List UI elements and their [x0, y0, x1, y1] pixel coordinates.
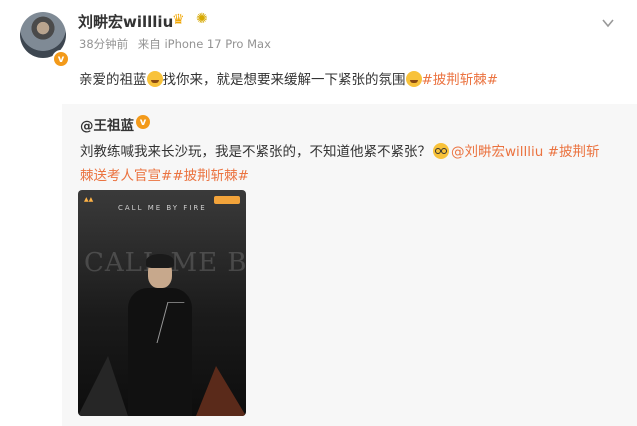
post-text-part2: 找你来，就是想要来缓解一下紧张的氛围: [162, 72, 406, 88]
post-meta: 38分钟前 来自 iPhone 17 Pro Max: [79, 36, 277, 52]
show-logo-icon: [214, 196, 240, 204]
sun-badge-icon[interactable]: ✺: [196, 11, 208, 27]
channel-logo-icon: ▲▲: [84, 196, 94, 203]
repost-text-line1: 刘教练喊我来长沙玩，我是不紧张的，不知道他紧不紧张？ @刘畊宏willliu #披…: [80, 140, 599, 160]
chevron-down-icon[interactable]: [601, 16, 615, 30]
repost-hashtag1-start[interactable]: #披荆斩: [548, 144, 600, 160]
repost-verified-icon: v: [136, 115, 150, 129]
repost-username[interactable]: @王祖蓝: [80, 114, 134, 134]
poster-spike-right: [196, 366, 246, 416]
post-text-part1: 亲爱的祖蓝: [79, 72, 147, 88]
grin-emoji-icon: [405, 71, 422, 87]
glasses-emoji-icon: [433, 143, 449, 159]
post-text: 亲爱的祖蓝 找你来，就是想要来缓解一下紧张的氛围 #披荆斩棘#: [79, 68, 498, 88]
post-hashtag[interactable]: #披荆斩棘#: [422, 72, 499, 88]
post-username[interactable]: 刘畊宏willliu: [78, 11, 173, 32]
person-hair: [146, 254, 174, 268]
crown-icon[interactable]: ♛: [172, 12, 185, 28]
repost-hashtag2[interactable]: #披荆斩棘#: [172, 168, 249, 184]
poster-image[interactable]: ▲▲ CALL ME BY FIRE CALL ME BY FIRE: [78, 190, 246, 416]
verified-badge-icon: v: [52, 50, 70, 68]
repost-mention[interactable]: @刘畊宏willliu: [451, 144, 543, 160]
repost-text: 刘教练喊我来长沙玩，我是不紧张的，不知道他紧不紧张？: [80, 144, 431, 160]
laughing-emoji-icon: [146, 71, 163, 87]
poster-top-text: CALL ME BY FIRE: [118, 204, 207, 212]
post-source: 来自 iPhone 17 Pro Max: [137, 37, 271, 51]
post-time[interactable]: 38分钟前: [79, 37, 128, 51]
repost-hashtag1-end[interactable]: 棘送考人官宣#: [80, 168, 172, 184]
repost-text-line2: 棘送考人官宣##披荆斩棘#: [80, 164, 249, 184]
poster-spike-left: [78, 356, 128, 416]
